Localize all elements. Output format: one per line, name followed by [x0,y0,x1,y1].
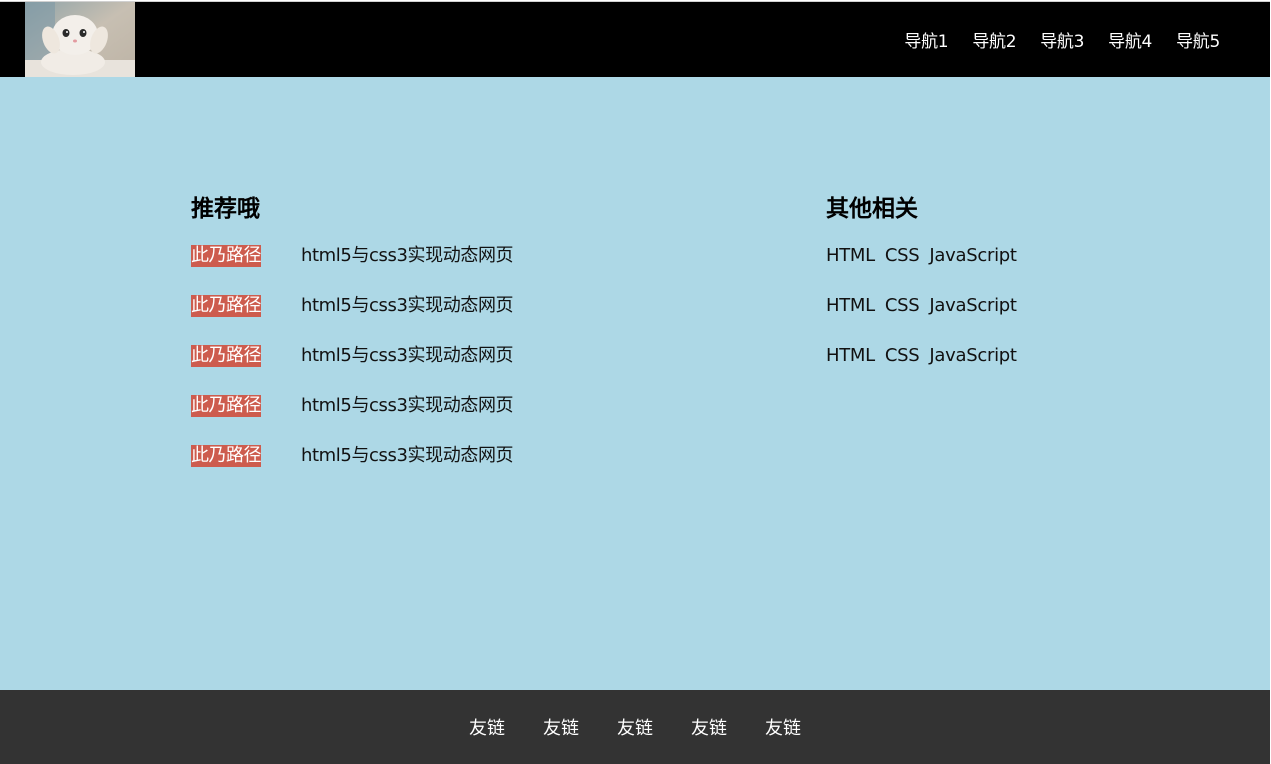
article-link[interactable]: html5与css3实现动态网页 [301,395,514,417]
path-tag: 此乃路径 [191,345,261,367]
recommend-list: 此乃路径 html5与css3实现动态网页 此乃路径 html5与css3实现动… [191,245,514,495]
javascript-link[interactable]: JavaScript [929,345,1017,395]
html-link[interactable]: HTML [826,345,875,395]
footer-link[interactable]: 友链 [691,714,727,740]
related-title: 其他相关 [826,196,918,222]
list-item: 此乃路径 html5与css3实现动态网页 [191,445,514,495]
nav-item-5[interactable]: 导航5 [1176,27,1220,52]
footer-link[interactable]: 友链 [617,714,653,740]
recommend-title: 推荐哦 [191,196,260,222]
javascript-link[interactable]: JavaScript [929,295,1017,345]
header: 导航1 导航2 导航3 导航4 导航5 [0,1,1270,77]
logo-cat-image[interactable] [25,2,135,77]
footer-link[interactable]: 友链 [543,714,579,740]
css-link[interactable]: CSS [885,295,920,345]
cat-photo-icon [25,2,135,77]
tech-row: HTML CSS JavaScript [826,345,1027,395]
nav-item-3[interactable]: 导航3 [1040,27,1084,52]
path-tag: 此乃路径 [191,445,261,467]
tech-row: HTML CSS JavaScript [826,295,1027,345]
article-link[interactable]: html5与css3实现动态网页 [301,295,514,317]
path-tag: 此乃路径 [191,245,261,267]
path-tag: 此乃路径 [191,295,261,317]
nav-item-4[interactable]: 导航4 [1108,27,1152,52]
main-content: 推荐哦 此乃路径 html5与css3实现动态网页 此乃路径 html5与css… [0,77,1270,690]
article-link[interactable]: html5与css3实现动态网页 [301,345,514,367]
list-item: 此乃路径 html5与css3实现动态网页 [191,345,514,395]
page: 导航1 导航2 导航3 导航4 导航5 推荐哦 此乃路径 html5与css3实… [0,0,1271,764]
related-section: 其他相关 HTML CSS JavaScript HTML CSS JavaSc… [826,193,1027,395]
nav-item-2[interactable]: 导航2 [972,27,1016,52]
css-link[interactable]: CSS [885,345,920,395]
html-link[interactable]: HTML [826,245,875,295]
footer: 友链 友链 友链 友链 友链 [0,690,1270,764]
css-link[interactable]: CSS [885,245,920,295]
related-list: HTML CSS JavaScript HTML CSS JavaScript … [826,245,1027,395]
path-tag: 此乃路径 [191,395,261,417]
recommend-section: 推荐哦 此乃路径 html5与css3实现动态网页 此乃路径 html5与css… [191,193,514,495]
javascript-link[interactable]: JavaScript [929,245,1017,295]
main-nav: 导航1 导航2 导航3 导航4 导航5 [880,2,1220,77]
footer-link[interactable]: 友链 [765,714,801,740]
footer-link[interactable]: 友链 [469,714,505,740]
list-item: 此乃路径 html5与css3实现动态网页 [191,395,514,445]
list-item: 此乃路径 html5与css3实现动态网页 [191,245,514,295]
list-item: 此乃路径 html5与css3实现动态网页 [191,295,514,345]
html-link[interactable]: HTML [826,295,875,345]
article-link[interactable]: html5与css3实现动态网页 [301,245,514,267]
nav-item-1[interactable]: 导航1 [904,27,948,52]
article-link[interactable]: html5与css3实现动态网页 [301,445,514,467]
tech-row: HTML CSS JavaScript [826,245,1027,295]
